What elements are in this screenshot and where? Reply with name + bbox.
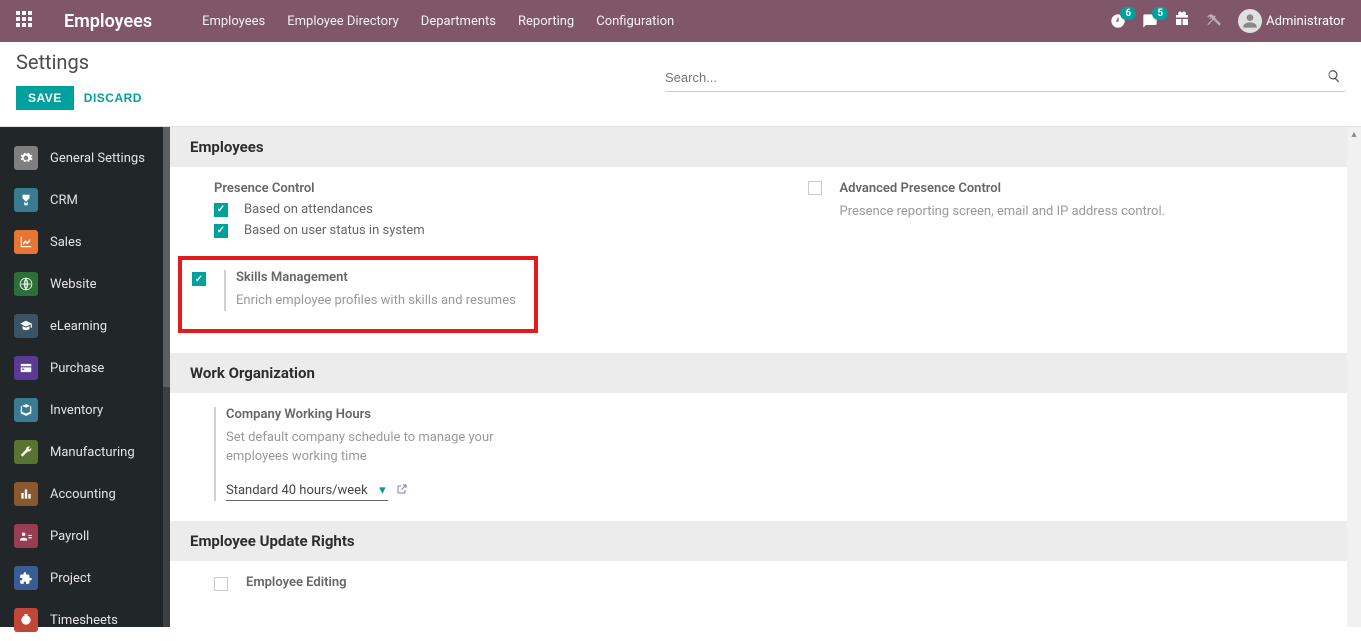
globe-icon bbox=[14, 272, 38, 296]
presence-control-title: Presence Control bbox=[214, 181, 748, 196]
sidebar-item-inventory[interactable]: Inventory bbox=[0, 389, 170, 431]
scroll-up-icon[interactable]: ▴ bbox=[1347, 127, 1361, 141]
checkbox-advanced-presence[interactable] bbox=[808, 181, 822, 195]
nav-departments[interactable]: Departments bbox=[421, 14, 496, 29]
skills-management-desc: Enrich employee profiles with skills and… bbox=[236, 291, 516, 311]
company-working-hours-desc: Set default company schedule to manage y… bbox=[226, 428, 514, 467]
advanced-presence-desc: Presence reporting screen, email and IP … bbox=[840, 202, 1166, 222]
sidebar-item-label: Project bbox=[50, 571, 91, 586]
apps-menu-icon[interactable] bbox=[16, 11, 36, 31]
gear-icon bbox=[14, 146, 38, 170]
wrench-icon bbox=[14, 440, 38, 464]
external-link-icon[interactable] bbox=[396, 483, 408, 499]
checkbox-user-status[interactable] bbox=[214, 224, 228, 238]
company-working-hours-title: Company Working Hours bbox=[226, 407, 514, 422]
handshake-icon bbox=[14, 188, 38, 212]
sidebar-item-label: Website bbox=[50, 277, 97, 292]
bars-icon bbox=[14, 482, 38, 506]
sidebar-item-label: Sales bbox=[50, 235, 82, 250]
content-scrollbar[interactable]: ▴ bbox=[1347, 127, 1361, 627]
label-attendances: Based on attendances bbox=[244, 202, 373, 217]
activities-badge: 6 bbox=[1120, 7, 1136, 20]
top-nav: Employees Employee Directory Departments… bbox=[202, 14, 1110, 29]
nav-employee-directory[interactable]: Employee Directory bbox=[287, 14, 399, 29]
card-icon bbox=[14, 356, 38, 380]
messages-badge: 5 bbox=[1152, 7, 1168, 20]
user-menu[interactable]: Administrator bbox=[1238, 9, 1345, 33]
sidebar-item-elearning[interactable]: eLearning bbox=[0, 305, 170, 347]
section-employees-header: Employees bbox=[170, 127, 1361, 167]
sidebar-item-payroll[interactable]: Payroll bbox=[0, 515, 170, 557]
highlight-skills-management: Skills Management Enrich employee profil… bbox=[178, 256, 538, 333]
checkbox-attendances[interactable] bbox=[214, 203, 228, 217]
timer-icon bbox=[14, 608, 38, 632]
checkbox-employee-editing[interactable] bbox=[214, 577, 228, 591]
box-icon bbox=[14, 398, 38, 422]
settings-content: Employees Presence Control Based on atte… bbox=[170, 127, 1361, 627]
search-input[interactable] bbox=[665, 64, 1323, 91]
section-work-org-header: Work Organization bbox=[170, 353, 1361, 393]
skills-management-title: Skills Management bbox=[236, 270, 516, 285]
working-hours-select[interactable]: Standard 40 hours/week ▾ bbox=[226, 481, 388, 501]
sidebar-item-label: Payroll bbox=[50, 529, 89, 544]
sidebar-item-label: Purchase bbox=[50, 361, 104, 376]
nav-employees[interactable]: Employees bbox=[202, 14, 265, 29]
sidebar-item-timesheets[interactable]: Timesheets bbox=[0, 599, 170, 641]
money-icon bbox=[14, 524, 38, 548]
sidebar-item-sales[interactable]: Sales bbox=[0, 221, 170, 263]
sidebar-item-project[interactable]: Project bbox=[0, 557, 170, 599]
label-user-status: Based on user status in system bbox=[244, 223, 425, 238]
user-name-label: Administrator bbox=[1266, 14, 1345, 29]
sidebar-item-purchase[interactable]: Purchase bbox=[0, 347, 170, 389]
chevron-down-icon: ▾ bbox=[379, 483, 386, 498]
sidebar-item-label: Inventory bbox=[50, 403, 103, 418]
sidebar-item-website[interactable]: Website bbox=[0, 263, 170, 305]
debug-icon[interactable] bbox=[1206, 11, 1222, 31]
sidebar-scrollbar[interactable] bbox=[163, 127, 170, 627]
chart-icon bbox=[14, 230, 38, 254]
nav-configuration[interactable]: Configuration bbox=[596, 14, 674, 29]
save-button[interactable]: SAVE bbox=[16, 86, 74, 110]
employee-editing-title: Employee Editing bbox=[246, 575, 346, 590]
sidebar-item-manufacturing[interactable]: Manufacturing bbox=[0, 431, 170, 473]
sidebar-item-label: General Settings bbox=[50, 151, 145, 166]
puzzle-icon bbox=[14, 566, 38, 590]
settings-sidebar: General Settings CRM Sales Website eLear… bbox=[0, 127, 170, 627]
advanced-presence-title: Advanced Presence Control bbox=[840, 181, 1166, 196]
sidebar-item-label: Accounting bbox=[50, 487, 116, 502]
sidebar-item-crm[interactable]: CRM bbox=[0, 179, 170, 221]
avatar-icon bbox=[1238, 9, 1262, 33]
sidebar-item-accounting[interactable]: Accounting bbox=[0, 473, 170, 515]
sidebar-item-general-settings[interactable]: General Settings bbox=[0, 137, 170, 179]
activities-button[interactable]: 6 bbox=[1110, 13, 1126, 29]
sidebar-item-label: Timesheets bbox=[50, 613, 118, 628]
nav-reporting[interactable]: Reporting bbox=[518, 14, 574, 29]
search-icon[interactable] bbox=[1323, 65, 1345, 91]
sidebar-item-label: Manufacturing bbox=[50, 445, 135, 460]
checkbox-skills-management[interactable] bbox=[192, 272, 206, 286]
gift-icon[interactable] bbox=[1174, 11, 1190, 31]
sidebar-item-label: CRM bbox=[50, 193, 78, 208]
messages-button[interactable]: 5 bbox=[1142, 13, 1158, 29]
section-update-rights-header: Employee Update Rights bbox=[170, 521, 1361, 561]
working-hours-value: Standard 40 hours/week bbox=[226, 483, 368, 498]
breadcrumb: Settings bbox=[16, 50, 142, 74]
app-title: Employees bbox=[64, 11, 152, 32]
discard-button[interactable]: DISCARD bbox=[84, 91, 142, 105]
sidebar-item-label: eLearning bbox=[50, 319, 107, 334]
graduation-icon bbox=[14, 314, 38, 338]
